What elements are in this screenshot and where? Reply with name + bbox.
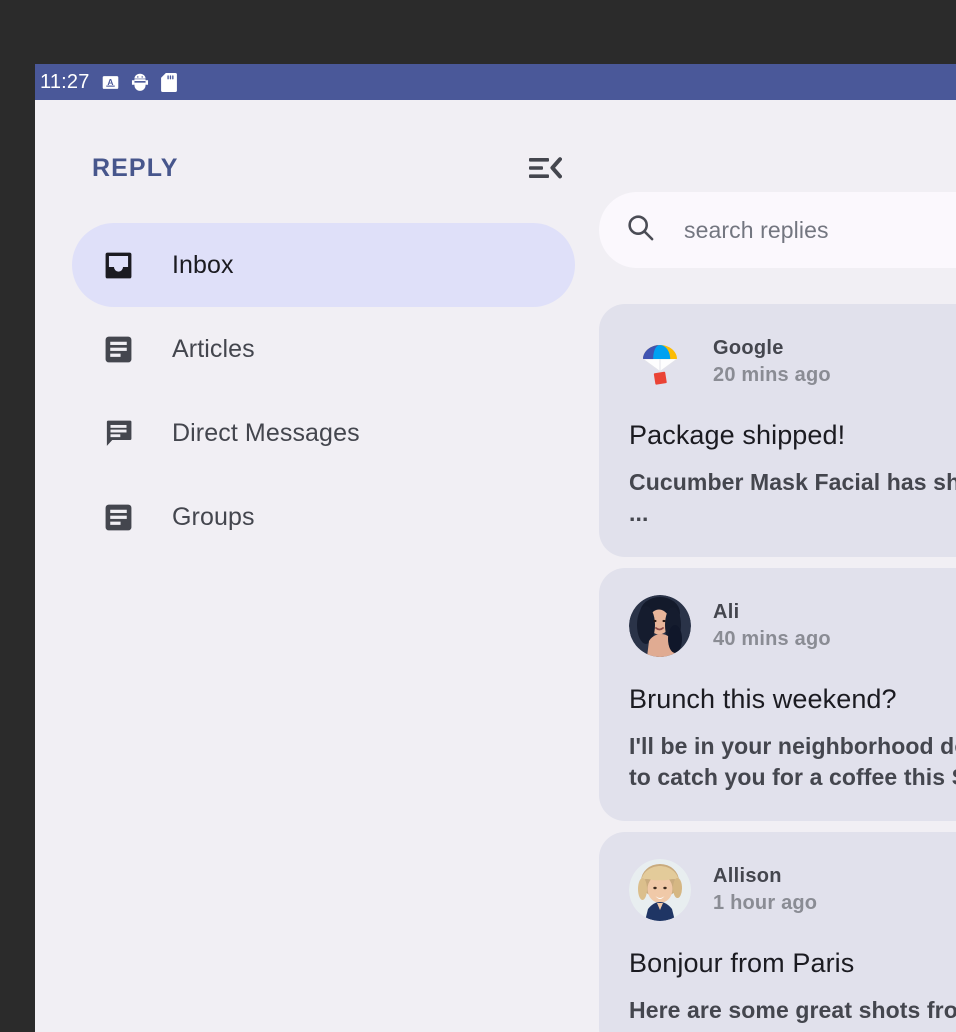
sender-name: Allison: [713, 865, 817, 888]
search-placeholder: search replies: [684, 217, 829, 244]
android-debug-icon: [131, 73, 149, 92]
chat-bubble-icon: [102, 417, 134, 449]
email-preview: Here are some great shots from m: [629, 995, 956, 1026]
sidebar-item-label: Articles: [172, 335, 255, 364]
email-list-item[interactable]: Allison 1 hour ago Bonjour from Paris He…: [599, 832, 956, 1032]
email-subject: Package shipped!: [629, 420, 956, 451]
sidebar-item-label: Groups: [172, 503, 255, 532]
email-list-item[interactable]: Ali 40 mins ago Brunch this weekend? I'l…: [599, 568, 956, 821]
sender-name: Google: [713, 337, 831, 360]
sender-block: Google 20 mins ago: [713, 337, 831, 387]
navigation-drawer: REPLY: [35, 100, 599, 1032]
inbox-icon: [102, 249, 134, 281]
email-header: Google 20 mins ago: [629, 331, 956, 393]
sender-name: Ali: [713, 601, 831, 624]
article-icon: [102, 333, 134, 365]
sidebar-item-groups[interactable]: Groups: [72, 475, 575, 559]
sidebar-item-direct-messages[interactable]: Direct Messages: [72, 391, 575, 475]
menu-open-icon[interactable]: [528, 154, 562, 182]
content-pane: search replies: [599, 100, 956, 1032]
device-frame: 11:27 A: [35, 64, 956, 1032]
article-icon: [102, 501, 134, 533]
app-title: REPLY: [92, 154, 179, 183]
svg-text:A: A: [107, 76, 113, 86]
email-preview-ellipsis: ...: [629, 498, 956, 529]
sidebar-item-label: Inbox: [172, 251, 234, 280]
allison-photo-avatar: [629, 859, 691, 921]
sidebar-item-inbox[interactable]: Inbox: [72, 223, 575, 307]
email-subject: Bonjour from Paris: [629, 948, 956, 979]
caption-a-icon: A: [102, 74, 119, 91]
app-body: REPLY: [35, 100, 956, 1032]
email-timestamp: 40 mins ago: [713, 628, 831, 651]
email-timestamp: 1 hour ago: [713, 892, 817, 915]
sender-block: Ali 40 mins ago: [713, 601, 831, 651]
sd-card-icon: [161, 73, 177, 92]
search-icon: [625, 212, 656, 248]
google-balloon-avatar: [629, 331, 691, 393]
email-preview: Cucumber Mask Facial has shippe: [629, 467, 956, 498]
sidebar-item-label: Direct Messages: [172, 419, 360, 448]
search-input[interactable]: search replies: [599, 192, 956, 268]
email-header: Allison 1 hour ago: [629, 859, 956, 921]
email-list: Google 20 mins ago Package shipped! Cucu…: [599, 304, 956, 1032]
drawer-header: REPLY: [35, 142, 599, 194]
email-subject: Brunch this weekend?: [629, 684, 956, 715]
email-timestamp: 20 mins ago: [713, 364, 831, 387]
email-preview: I'll be in your neighborhood doing to ca…: [629, 731, 956, 793]
sidebar-item-articles[interactable]: Articles: [72, 307, 575, 391]
email-header: Ali 40 mins ago: [629, 595, 956, 657]
nav-list: Inbox Articles: [35, 223, 599, 559]
status-bar: 11:27 A: [35, 64, 956, 100]
email-list-item[interactable]: Google 20 mins ago Package shipped! Cucu…: [599, 304, 956, 557]
sender-block: Allison 1 hour ago: [713, 865, 817, 915]
status-bar-clock: 11:27: [40, 71, 90, 94]
ali-photo-avatar: [629, 595, 691, 657]
